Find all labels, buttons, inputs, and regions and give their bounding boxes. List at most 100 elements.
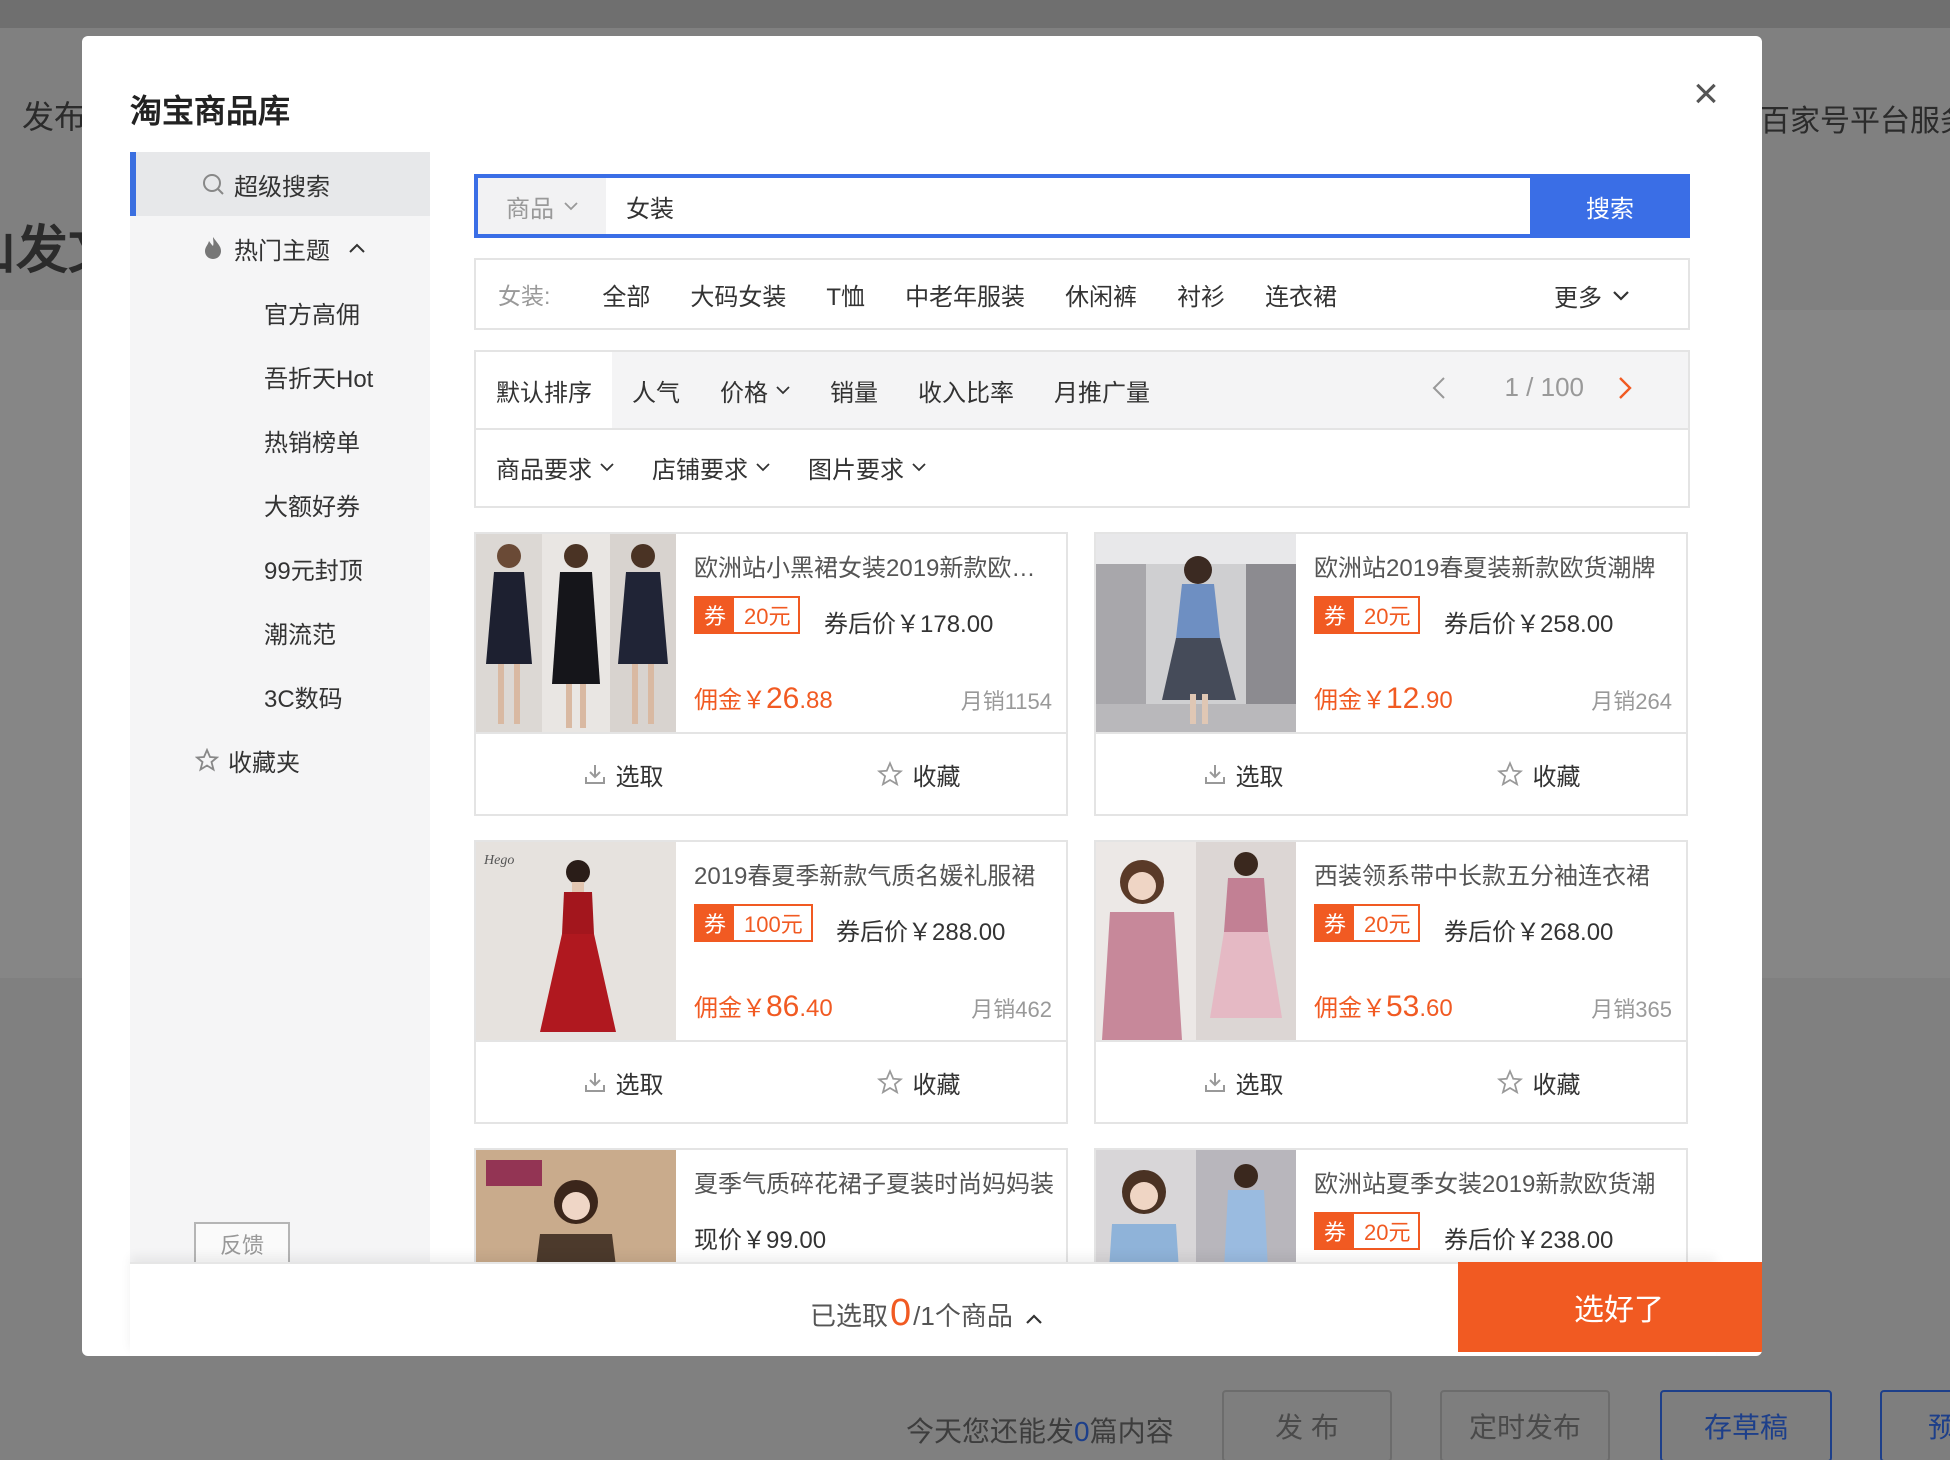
sort-sales[interactable]: 销量 — [810, 352, 898, 428]
category-dress[interactable]: 连衣裙 — [1265, 277, 1337, 312]
favorite-button[interactable]: 收藏 — [771, 1042, 1066, 1122]
category-all[interactable]: 全部 — [602, 277, 650, 312]
favorite-label: 收藏 — [1532, 1071, 1581, 1099]
done-button[interactable]: 选好了 — [1458, 1262, 1762, 1352]
sort-default[interactable]: 默认排序 — [476, 352, 612, 428]
select-label: 选取 — [1235, 763, 1284, 791]
product-title[interactable]: 欧洲站夏季女装2019新款欧货潮 — [1314, 1164, 1674, 1199]
current-price: 现价￥99.00 — [694, 1227, 827, 1254]
download-icon — [1204, 1071, 1226, 1093]
favorite-button[interactable]: 收藏 — [771, 734, 1066, 814]
sort-price[interactable]: 价格 — [700, 352, 810, 428]
sidebar-item-3c[interactable]: 3C数码 — [130, 664, 430, 728]
product-title[interactable]: 夏季气质碎花裙子夏装时尚妈妈装 — [694, 1164, 1054, 1199]
sidebar-item-99-cap[interactable]: 99元封顶 — [130, 536, 430, 600]
background-draft-button[interactable]: 存草稿 — [1660, 1390, 1832, 1460]
background-publish-label: 发布 — [22, 99, 87, 135]
category-label: 女装: — [498, 283, 551, 309]
page-indicator: 1 / 100 — [1504, 372, 1584, 402]
category-plus-size[interactable]: 大码女装 — [690, 277, 786, 312]
category-row: 女装: 全部 大码女装 T恤 中老年服装 休闲裤 衬衫 连衣裙 更多 — [474, 258, 1690, 330]
product-image[interactable] — [1096, 534, 1296, 732]
coupon-tag: 券 — [696, 598, 734, 632]
sidebar-item-favorites[interactable]: 收藏夹 — [130, 728, 430, 792]
sidebar-item-hot-list[interactable]: 热销榜单 — [130, 408, 430, 472]
monthly-sales: 月销462 — [971, 997, 1052, 1022]
search-type-label: 商品 — [506, 195, 554, 223]
coupon-badge: 券 20元 — [1314, 596, 1421, 634]
select-button[interactable]: 选取 — [1096, 734, 1391, 814]
sort-income-ratio[interactable]: 收入比率 — [898, 352, 1034, 428]
product-title[interactable]: 欧洲站2019春夏装新款欧货潮牌 — [1314, 548, 1674, 583]
select-label: 选取 — [1235, 1071, 1284, 1099]
search-input[interactable] — [606, 178, 1530, 234]
select-button[interactable]: 选取 — [476, 734, 771, 814]
sort-popularity[interactable]: 人气 — [612, 352, 700, 428]
coupon-badge: 券 20元 — [1314, 904, 1421, 942]
taobao-product-modal: 淘宝商品库 × 超级搜索 热门主题 官方高佣 吾折天Hot 热销榜单 大额好券 … — [82, 36, 1762, 1356]
filter-label: 店铺要求 — [652, 456, 748, 484]
selection-count-toggle[interactable]: 已选取 0 /1个商品 — [810, 1292, 1043, 1335]
chevron-down-icon — [564, 201, 578, 211]
search-button[interactable]: 搜索 — [1530, 174, 1690, 238]
coupon-tag: 券 — [1316, 1214, 1354, 1248]
feedback-button[interactable]: 反馈 — [194, 1222, 290, 1266]
monthly-sales: 月销264 — [1591, 689, 1672, 714]
svg-text:Hego: Hego — [483, 853, 514, 868]
category-tshirt[interactable]: T恤 — [826, 277, 865, 312]
select-label: 选取 — [615, 1071, 664, 1099]
category-more-button[interactable]: 更多 — [1554, 278, 1630, 313]
filter-row: 商品要求 店铺要求 图片要求 — [474, 428, 1690, 508]
after-coupon-price: 券后价￥288.00 — [836, 919, 1006, 946]
chevron-right-icon[interactable] — [1618, 376, 1632, 400]
background-publish-button[interactable]: 发 布 — [1222, 1390, 1392, 1460]
sidebar-item-hot-topics[interactable]: 热门主题 — [130, 216, 430, 280]
star-icon — [1496, 1069, 1523, 1095]
coupon-value: 20元 — [1364, 1220, 1411, 1245]
sidebar-item-wuzhetian[interactable]: 吾折天Hot — [130, 344, 430, 408]
category-shirt[interactable]: 衬衫 — [1177, 277, 1225, 312]
selection-suffix: /1个商品 — [913, 1301, 1013, 1331]
select-button[interactable]: 选取 — [1096, 1042, 1391, 1122]
coupon-badge: 券 20元 — [1314, 1212, 1421, 1250]
star-icon — [876, 1069, 903, 1095]
coupon-tag: 券 — [1316, 598, 1354, 632]
search-type-select[interactable]: 商品 — [478, 178, 606, 234]
filter-shop-req[interactable]: 店铺要求 — [652, 450, 770, 485]
filter-image-req[interactable]: 图片要求 — [808, 450, 926, 485]
card-actions: 选取 收藏 — [1096, 1040, 1686, 1122]
star-icon — [1496, 761, 1523, 787]
sidebar: 超级搜索 热门主题 官方高佣 吾折天Hot 热销榜单 大额好券 99元封顶 潮流… — [130, 152, 430, 1292]
product-image[interactable] — [476, 534, 676, 732]
close-icon[interactable]: × — [1686, 72, 1726, 116]
product-image[interactable] — [1096, 842, 1296, 1040]
chevron-left-icon[interactable] — [1432, 376, 1446, 400]
background-schedule-button[interactable]: 定时发布 — [1440, 1390, 1610, 1460]
favorite-button[interactable]: 收藏 — [1391, 734, 1686, 814]
product-title[interactable]: 欧洲站小黑裙女装2019新款欧洲站 — [694, 548, 1054, 583]
background-preview-button[interactable]: 预 — [1880, 1390, 1950, 1460]
sidebar-item-trend[interactable]: 潮流范 — [130, 600, 430, 664]
chevron-down-icon — [756, 462, 770, 472]
product-title[interactable]: 2019春夏季新款气质名媛礼服裙 — [694, 856, 1054, 891]
background-quota-text: 今天您还能发0篇内容 — [906, 1416, 1174, 1447]
sidebar-item-big-coupon[interactable]: 大额好券 — [130, 472, 430, 536]
selection-count: 0 — [890, 1292, 912, 1334]
sidebar-item-super-search[interactable]: 超级搜索 — [130, 152, 430, 216]
favorite-button[interactable]: 收藏 — [1391, 1042, 1686, 1122]
sidebar-item-label: 超级搜索 — [234, 173, 330, 201]
download-icon — [584, 763, 606, 785]
sort-monthly-promo[interactable]: 月推广量 — [1034, 352, 1170, 428]
coupon-value: 100元 — [744, 912, 803, 937]
product-title[interactable]: 西装领系带中长款五分袖连衣裙 — [1314, 856, 1674, 891]
after-coupon-price: 券后价￥268.00 — [1444, 919, 1614, 946]
product-image[interactable]: Hego — [476, 842, 676, 1040]
category-middle-aged[interactable]: 中老年服装 — [905, 277, 1025, 312]
sidebar-item-official[interactable]: 官方高佣 — [130, 280, 430, 344]
star-icon — [876, 761, 903, 787]
category-casual-pants[interactable]: 休闲裤 — [1065, 277, 1137, 312]
chevron-down-icon — [776, 385, 790, 395]
coupon-badge: 券 20元 — [694, 596, 801, 634]
select-button[interactable]: 选取 — [476, 1042, 771, 1122]
filter-product-req[interactable]: 商品要求 — [496, 450, 614, 485]
